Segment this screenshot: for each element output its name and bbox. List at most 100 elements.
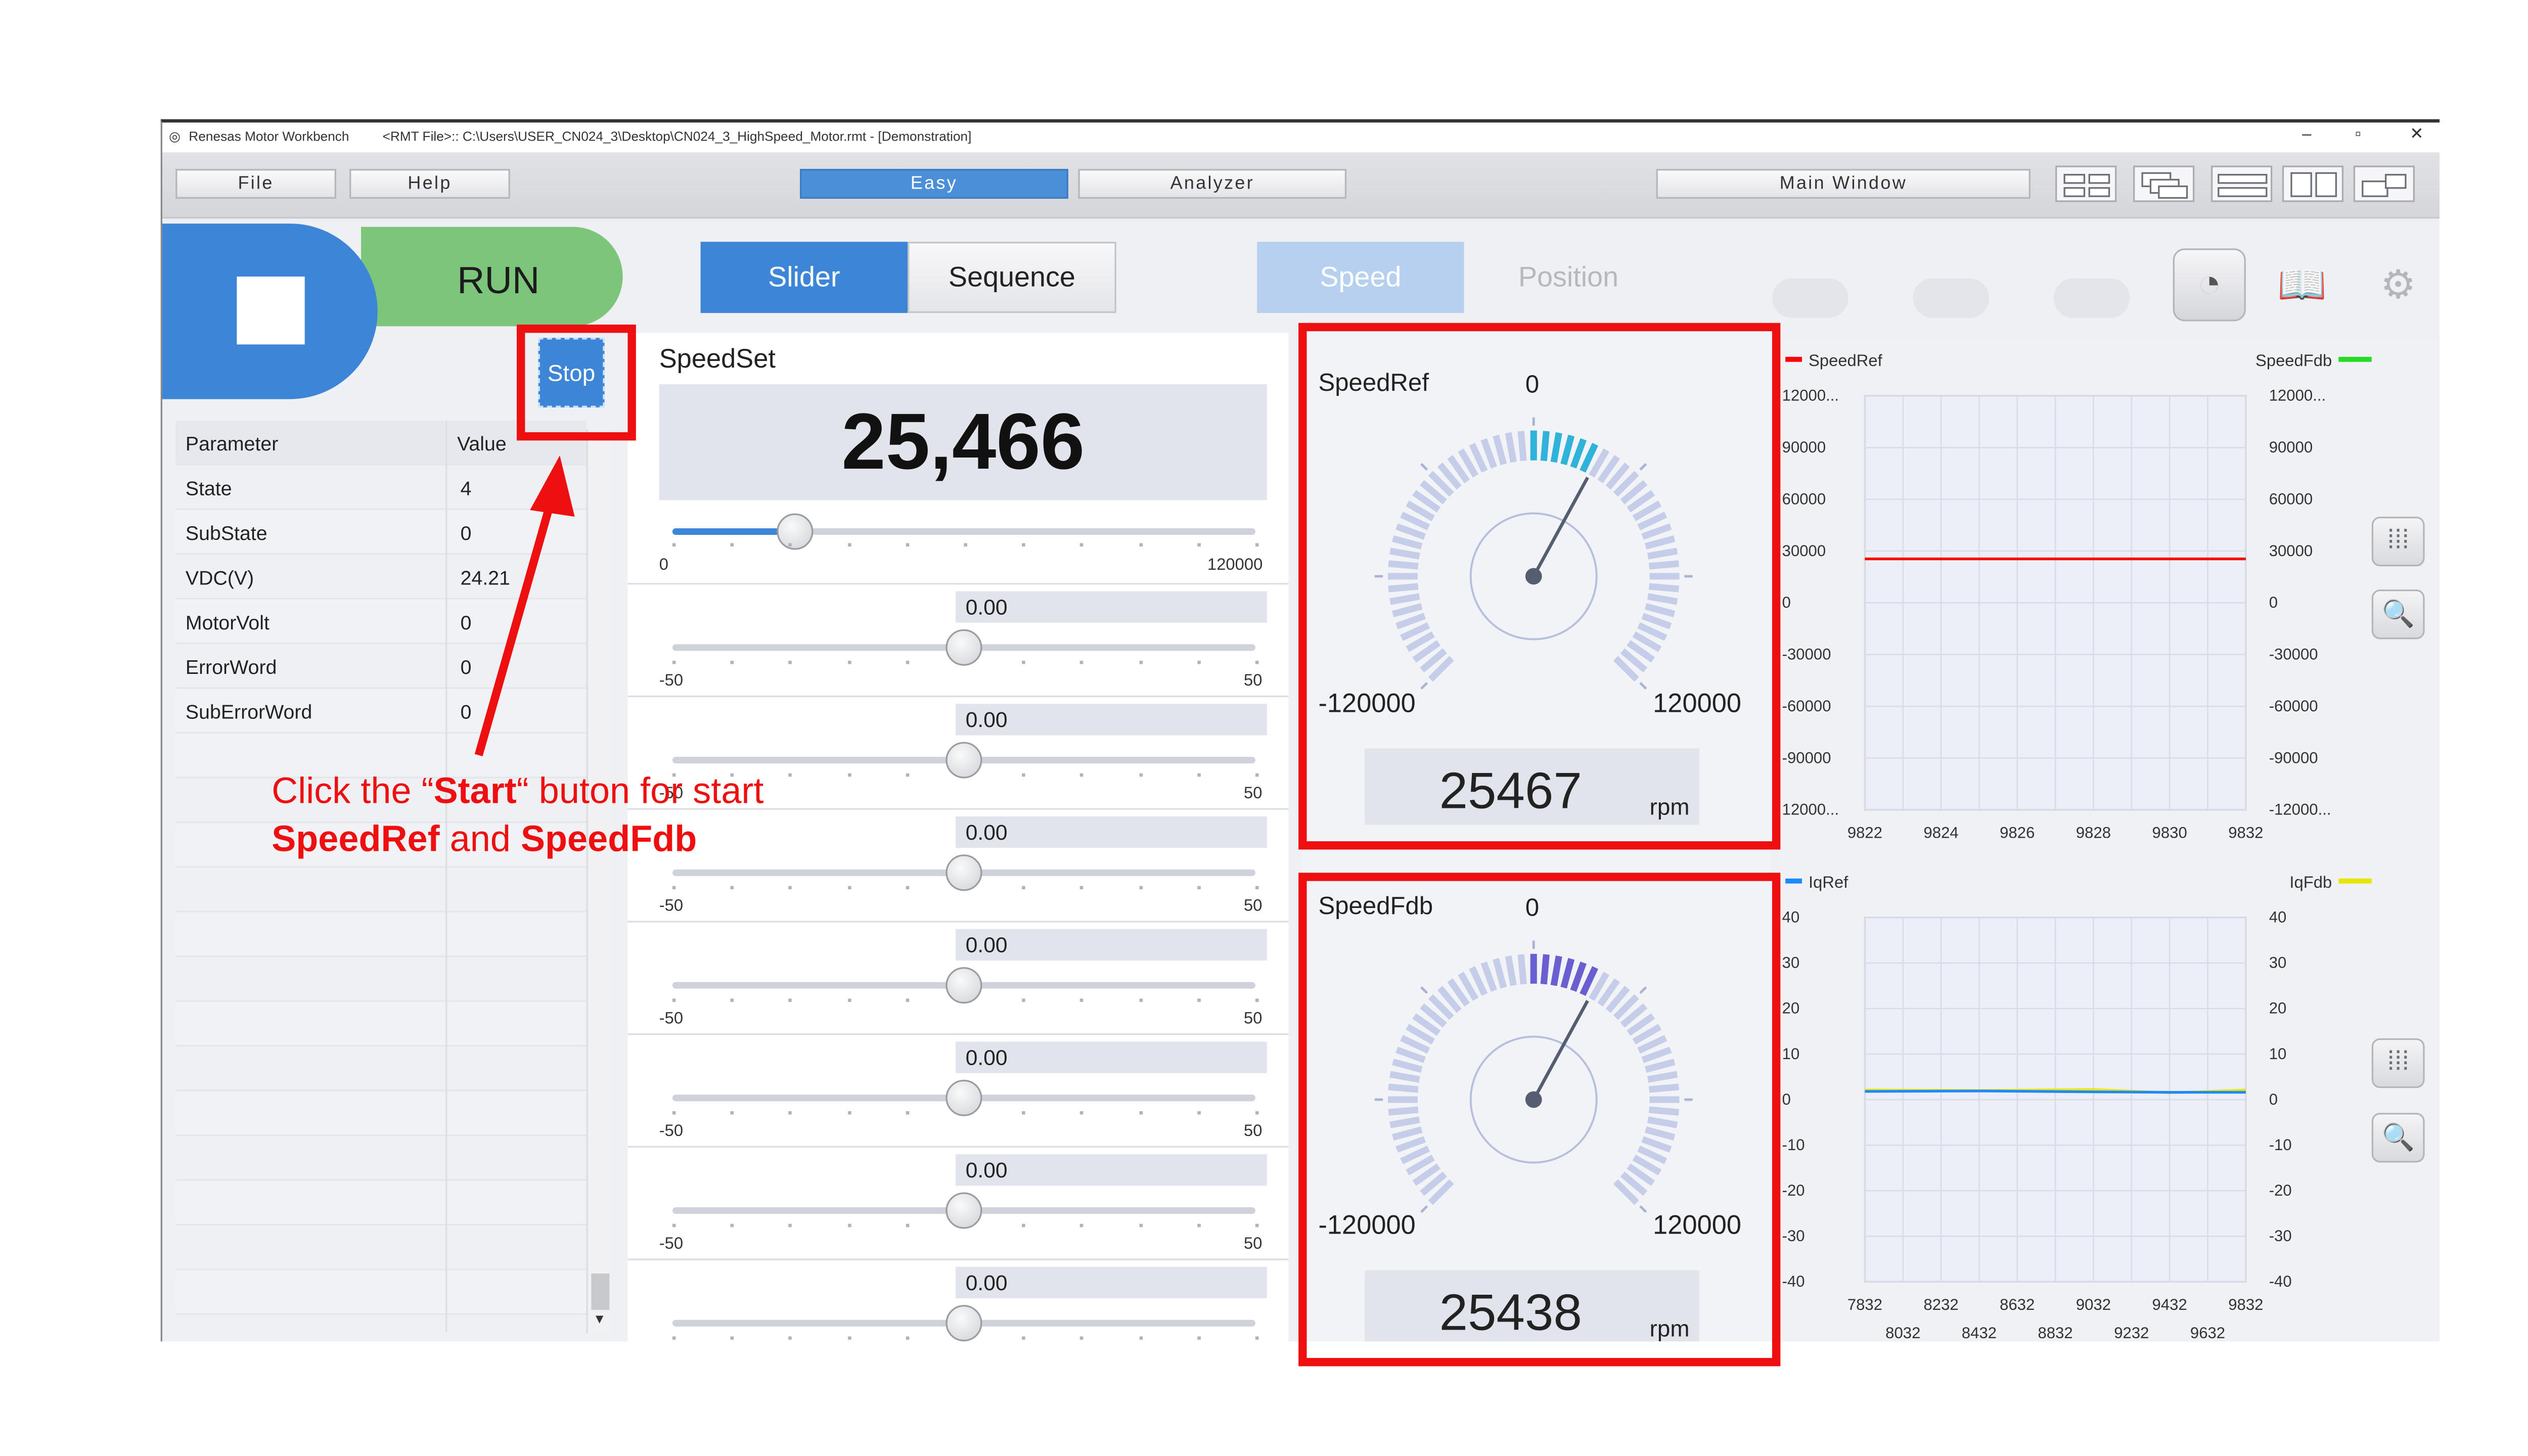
slider-tick	[1080, 1336, 1084, 1340]
file-menu-button[interactable]: File	[175, 169, 336, 199]
zoom-icon-2[interactable]: 🔍	[2371, 1113, 2425, 1163]
annotation-text-part: “ buton for start	[516, 770, 764, 812]
slider-tick	[906, 773, 909, 777]
slider-tick	[1022, 1111, 1026, 1115]
slider-thumb[interactable]	[945, 854, 982, 891]
y-tick-label-right: -12000...	[2269, 801, 2331, 818]
y-tick-label-left: 90000	[1782, 438, 1826, 456]
layout-cascade-icon[interactable]	[2133, 165, 2195, 202]
slider-value-box[interactable]: 0.00	[956, 591, 1267, 623]
slider-value-box[interactable]: 0.00	[956, 1154, 1267, 1186]
app-logo-icon: ◎	[169, 129, 181, 144]
slider-value-box[interactable]: 0.00	[956, 704, 1267, 736]
slider-tick	[847, 1336, 851, 1340]
slider-tick	[672, 1223, 676, 1227]
toggle-switch-2[interactable]	[1913, 278, 1990, 318]
help-menu-button[interactable]: Help	[349, 169, 510, 199]
maximize-button[interactable]: ▫	[2355, 126, 2361, 144]
main-window-button[interactable]: Main Window	[1656, 169, 2031, 199]
slider-value-box[interactable]: 0.00	[956, 816, 1267, 848]
tab-sequence[interactable]: Sequence	[908, 242, 1116, 313]
empty-table-row	[175, 912, 586, 958]
toggle-switch-3[interactable]	[2053, 278, 2130, 318]
grid-toggle-icon-2[interactable]: ⁞⁞⁞	[2371, 1038, 2425, 1088]
zoom-icon[interactable]: 🔍	[2371, 589, 2425, 640]
slider-value-box[interactable]: 0.00	[956, 1041, 1267, 1073]
toggle-switch-1[interactable]	[1772, 278, 1848, 318]
x-tick-label: 8432	[1962, 1324, 1997, 1342]
slider-tick	[1197, 886, 1201, 890]
title-bar: ◎ Renesas Motor Workbench <RMT File>:: C…	[162, 122, 2440, 153]
empty-table-row	[175, 1046, 586, 1091]
slider-tick	[1197, 543, 1201, 547]
slider-thumb[interactable]	[945, 742, 982, 779]
slider-thumb[interactable]	[945, 1192, 982, 1229]
y-tick-label-right: -30000	[2269, 646, 2318, 663]
tab-speed[interactable]: Speed	[1257, 242, 1464, 313]
layout-grid-icon[interactable]	[2055, 165, 2117, 202]
y-tick-label-right: 0	[2269, 1090, 2278, 1108]
current-chart: IqRef IqFdb40 4030 3020 2010 100 0-10 -10-20 -20…	[1782, 873, 2372, 1342]
speedset-thumb[interactable]	[776, 513, 814, 550]
y-tick-label-right: 20	[2269, 999, 2287, 1017]
header-parameter: Parameter	[185, 432, 279, 456]
slider-tick	[1255, 998, 1259, 1002]
y-tick-label-right: 30000	[2269, 542, 2313, 560]
slider-tick	[906, 1223, 909, 1227]
gauge-view-icon[interactable]: ◔	[2173, 248, 2246, 322]
y-tick-label-left: 60000	[1782, 490, 1826, 508]
annotation-speedfdb-word: SpeedFdb	[520, 818, 697, 860]
slider-tick	[789, 661, 793, 664]
slider-thumb[interactable]	[945, 967, 982, 1004]
layout-float-icon[interactable]	[2353, 165, 2415, 202]
annotation-text: Click the “Start“ buton for start SpeedR…	[272, 767, 763, 863]
slider-tick	[847, 773, 851, 777]
y-tick-label-left: 0	[1782, 1090, 1791, 1108]
y-tick-label-left: 30	[1782, 954, 1800, 972]
empty-table-row	[175, 1270, 586, 1315]
legend-left-label: IqRef	[1809, 873, 1848, 891]
y-tick-label-right: 60000	[2269, 490, 2313, 508]
slider-tick	[1080, 1223, 1084, 1227]
gear-icon[interactable]: ⚙	[2362, 248, 2434, 321]
tab-position[interactable]: Position	[1464, 242, 1673, 313]
y-tick-label-left: 0	[1782, 594, 1791, 611]
slider-tick	[847, 661, 851, 664]
grid-toggle-icon[interactable]: ⁞⁞⁞	[2371, 517, 2425, 567]
slider-value-box[interactable]: 0.00	[956, 929, 1267, 961]
slider-thumb[interactable]	[945, 629, 982, 666]
scroll-down-icon[interactable]: ▼	[593, 1311, 606, 1326]
param-name: SubErrorWord	[185, 700, 312, 724]
slider-tick	[1022, 1336, 1026, 1340]
slider-value-box[interactable]: 0.00	[956, 1266, 1267, 1299]
slider-tick	[672, 543, 676, 547]
analyzer-mode-button[interactable]: Analyzer	[1078, 169, 1347, 199]
y-tick-label-left: -90000	[1782, 749, 1831, 766]
slider-separator	[627, 1033, 1289, 1035]
layout-stack-icon[interactable]	[2211, 165, 2273, 202]
speedset-track[interactable]	[672, 528, 1255, 535]
close-button[interactable]: ✕	[2410, 126, 2423, 144]
slider-tick	[1255, 1111, 1259, 1115]
slider-tick	[1139, 1336, 1142, 1340]
tab-slider[interactable]: Slider	[700, 242, 908, 313]
slider-tick	[1197, 661, 1201, 664]
slider-value: 0.00	[965, 932, 1008, 958]
slider-value: 0.00	[965, 820, 1008, 845]
slider-tick	[789, 1223, 793, 1227]
stop-square-button[interactable]	[162, 223, 378, 399]
x-tick-label: 9828	[2076, 824, 2111, 838]
slider-tick	[1255, 886, 1259, 890]
speedset-value[interactable]: 25,466	[659, 384, 1267, 500]
slider-tick	[731, 886, 734, 890]
x-tick-label: 9826	[2000, 824, 2035, 838]
book-icon[interactable]: 📖	[2266, 248, 2338, 321]
slider-max: 50	[1244, 1122, 1262, 1141]
slider-thumb[interactable]	[945, 1079, 982, 1116]
minimize-button[interactable]: –	[2302, 126, 2311, 144]
slider-separator	[627, 695, 1289, 698]
easy-mode-button[interactable]: Easy	[800, 169, 1068, 199]
layout-side-by-side-icon[interactable]	[2282, 165, 2344, 202]
slider-thumb[interactable]	[945, 1305, 982, 1342]
scrollbar-thumb[interactable]	[591, 1273, 610, 1310]
